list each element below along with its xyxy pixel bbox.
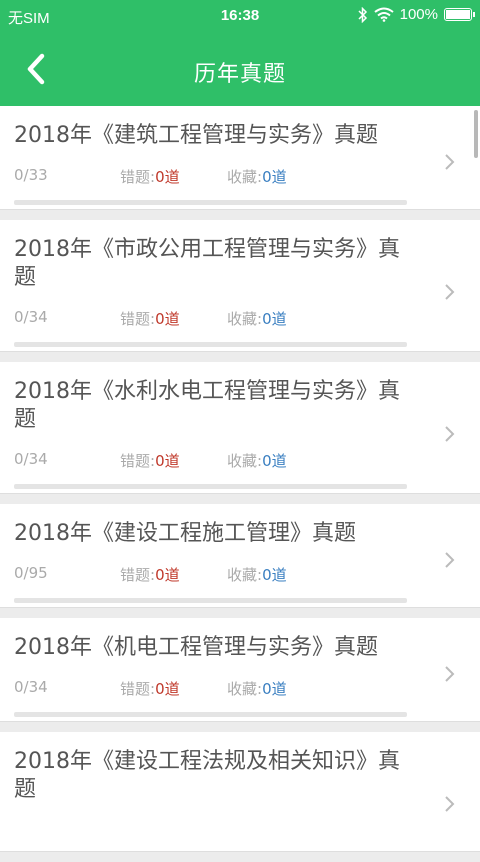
item-title: 2018年《水利水电工程管理与实务》真题 xyxy=(14,379,400,432)
wrong-count: 错题:0道 xyxy=(120,564,180,585)
chevron-right-icon xyxy=(445,666,455,682)
list-item[interactable]: 2018年《建筑工程管理与实务》真题 0/33 错题:0道 收藏:0道 xyxy=(0,106,480,210)
progress-count: 0/34 xyxy=(14,450,48,468)
chevron-right-icon xyxy=(445,284,455,300)
list-item[interactable]: 2018年《建设工程法规及相关知识》真题 xyxy=(0,732,480,852)
favorite-label: 收藏: xyxy=(227,310,263,328)
bluetooth-icon xyxy=(358,6,367,23)
favorite-count: 收藏:0道 xyxy=(227,450,287,471)
favorite-label: 收藏: xyxy=(227,452,263,470)
favorite-value: 0道 xyxy=(262,566,287,584)
favorite-value: 0道 xyxy=(262,168,287,186)
progress-count: 0/33 xyxy=(14,166,48,184)
battery-icon xyxy=(444,8,475,21)
favorite-count: 收藏:0道 xyxy=(227,166,287,187)
wrong-count: 错题:0道 xyxy=(120,678,180,699)
progress-bar xyxy=(14,484,407,489)
exam-list: 2018年《建筑工程管理与实务》真题 0/33 错题:0道 收藏:0道 2018… xyxy=(0,106,480,862)
wrong-label: 错题: xyxy=(120,310,156,328)
scrollbar[interactable] xyxy=(474,110,478,158)
item-title: 2018年《建设工程法规及相关知识》真题 xyxy=(14,749,400,802)
favorite-label: 收藏: xyxy=(227,168,263,186)
wrong-count: 错题:0道 xyxy=(120,308,180,329)
favorite-value: 0道 xyxy=(262,680,287,698)
progress-bar xyxy=(14,712,407,717)
progress-bar xyxy=(14,598,407,603)
list-item[interactable]: 2018年《机电工程管理与实务》真题 0/34 错题:0道 收藏:0道 xyxy=(0,618,480,722)
item-title: 2018年《市政公用工程管理与实务》真题 xyxy=(14,237,400,290)
wrong-label: 错题: xyxy=(120,680,156,698)
status-bar: 无SIM 16:38 100% xyxy=(0,0,480,32)
list-item[interactable]: 2018年《建设工程施工管理》真题 0/95 错题:0道 收藏:0道 xyxy=(0,504,480,608)
progress-count: 0/95 xyxy=(14,564,48,582)
favorite-value: 0道 xyxy=(262,310,287,328)
list-item[interactable]: 2018年《市政公用工程管理与实务》真题 0/34 错题:0道 收藏:0道 xyxy=(0,220,480,352)
wrong-value: 0道 xyxy=(155,452,180,470)
chevron-right-icon xyxy=(445,154,455,170)
wrong-value: 0道 xyxy=(155,310,180,328)
page-title: 历年真题 xyxy=(193,62,286,87)
list-item[interactable]: 2018年《水利水电工程管理与实务》真题 0/34 错题:0道 收藏:0道 xyxy=(0,362,480,494)
wrong-value: 0道 xyxy=(155,566,180,584)
favorite-count: 收藏:0道 xyxy=(227,564,287,585)
favorite-label: 收藏: xyxy=(227,566,263,584)
progress-bar xyxy=(14,342,407,347)
favorite-count: 收藏:0道 xyxy=(227,678,287,699)
nav-bar: 历年真题 xyxy=(0,32,480,106)
chevron-right-icon xyxy=(445,796,455,812)
wrong-value: 0道 xyxy=(155,168,180,186)
wrong-label: 错题: xyxy=(120,168,156,186)
progress-count: 0/34 xyxy=(14,308,48,326)
favorite-count: 收藏:0道 xyxy=(227,308,287,329)
wrong-value: 0道 xyxy=(155,680,180,698)
chevron-right-icon xyxy=(445,426,455,442)
chevron-right-icon xyxy=(445,552,455,568)
progress-bar xyxy=(14,200,407,205)
item-title: 2018年《机电工程管理与实务》真题 xyxy=(14,635,378,660)
wrong-label: 错题: xyxy=(120,566,156,584)
item-title: 2018年《建设工程施工管理》真题 xyxy=(14,521,356,546)
wrong-label: 错题: xyxy=(120,452,156,470)
wrong-count: 错题:0道 xyxy=(120,450,180,471)
progress-count: 0/34 xyxy=(14,678,48,696)
item-title: 2018年《建筑工程管理与实务》真题 xyxy=(14,123,378,148)
wifi-icon xyxy=(374,7,394,22)
favorite-value: 0道 xyxy=(262,452,287,470)
favorite-label: 收藏: xyxy=(227,680,263,698)
wrong-count: 错题:0道 xyxy=(120,166,180,187)
battery-percent: 100% xyxy=(399,6,438,23)
